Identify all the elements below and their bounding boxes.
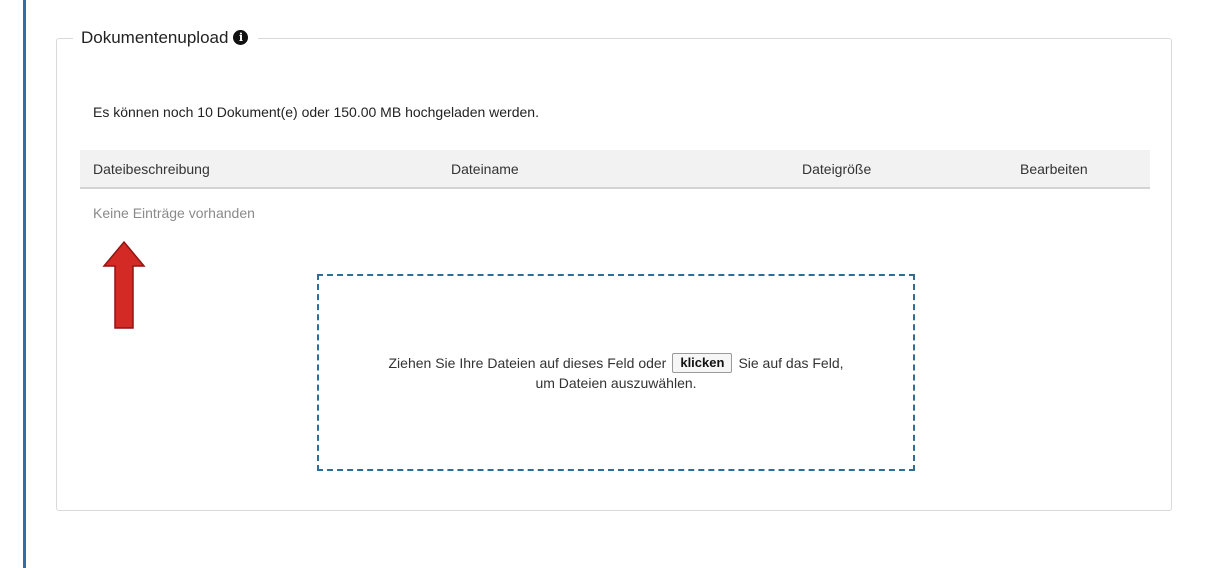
info-icon[interactable]: i [233, 29, 249, 45]
dropzone-line-1: Ziehen Sie Ihre Dateien auf dieses Feld … [388, 352, 844, 373]
column-header-filesize: Dateigröße [802, 161, 872, 177]
dropzone-line-2: um Dateien auszuwählen. [535, 374, 697, 391]
panel-title: Dokumentenupload [81, 28, 229, 47]
column-header-filename: Dateiname [451, 161, 519, 177]
column-header-description: Dateibeschreibung [93, 161, 210, 177]
file-table-header: Dateibeschreibung Dateiname Dateigröße B… [80, 150, 1150, 189]
column-header-edit: Bearbeiten [1020, 161, 1088, 177]
dropzone-text-after: Sie auf das Feld, [738, 354, 844, 371]
upload-quota-text: Es können noch 10 Dokument(e) oder 150.0… [93, 104, 539, 120]
panel-legend: Dokumentenupload i [73, 28, 258, 48]
document-upload-panel: Dokumentenupload i Es können noch 10 Dok… [56, 28, 1172, 511]
dropzone-text-before: Ziehen Sie Ihre Dateien auf dieses Feld … [388, 354, 667, 371]
page: Dokumentenupload i Es können noch 10 Dok… [0, 0, 1208, 568]
red-up-arrow-icon [102, 240, 146, 329]
select-files-button[interactable]: klicken [672, 352, 733, 373]
left-accent-rule [23, 0, 26, 568]
table-empty-message: Keine Einträge vorhanden [93, 205, 255, 221]
file-dropzone[interactable]: Ziehen Sie Ihre Dateien auf dieses Feld … [317, 274, 915, 471]
